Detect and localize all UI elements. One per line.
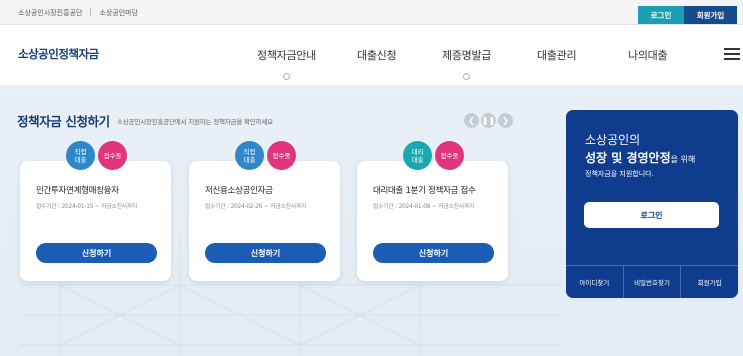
fund-card-period: 접수기간 : 2024-02-26 ~ 자금소진시까지 [205,204,307,210]
loan-type-line: 대출 [243,155,256,164]
loan-type-line: 대리 [411,147,424,156]
status-badge: 접수중 [98,141,127,170]
loan-type-line: 직접 [243,147,256,156]
fund-card-period: 접수기간 : 2024-01-08 ~ 자금소진시까지 [373,204,475,210]
policy-fund-section: 정책자금 신청하기 소상공인시장진흥공단에서 지원하는 정책자금을 확인하세요 … [0,85,743,356]
divider [90,8,92,16]
nav-indicator-dot [463,73,470,80]
fund-card-period: 접수기간 : 2024-01-15 ~ 자금소진시까지 [36,204,138,210]
panel-heading-rest: 을 위해 [670,155,696,164]
next-arrow-icon[interactable]: ❯ [498,113,513,128]
login-panel: 소상공인의 성장 및 경영안정을 위해 정책자금을 지원합니다. 로그인 아이디… [566,110,738,298]
menu-icon[interactable] [724,48,740,63]
fund-card-title: 대리대출 1분기 정책자금 접수 [373,186,476,196]
utility-link-madang[interactable]: 소상공인마당 [99,8,138,18]
find-password-link[interactable]: 비밀번호찾기 [624,266,682,298]
fund-card: 대리대출 1분기 정책자금 접수 접수기간 : 2024-01-08 ~ 자금소… [357,161,508,281]
site-logo[interactable]: 소상공인정책자금 [18,46,99,62]
nav-my-loan[interactable]: 나의대출 [628,47,668,63]
fund-card: 저신용소상공인자금 접수기간 : 2024-02-26 ~ 자금소진시까지 신청… [189,161,340,281]
apply-button[interactable]: 신청하기 [36,243,157,263]
status-badge: 접수중 [267,141,296,170]
panel-heading-bold: 성장 및 경영안정 [585,151,671,165]
panel-subtext: 정책자금을 지원합니다. [585,170,654,178]
utility-link-agency[interactable]: 소상공인시장진흥공단 [18,8,82,18]
apply-button[interactable]: 신청하기 [205,243,326,263]
fund-card-title: 민간투자연계형매칭융자 [36,186,119,196]
fund-card: 민간투자연계형매칭융자 접수기간 : 2024-01-15 ~ 자금소진시까지 … [20,161,171,281]
section-title: 정책자금 신청하기 [17,114,110,129]
panel-login-button[interactable]: 로그인 [584,202,719,228]
loan-type-badge: 대리 대출 [403,141,432,170]
top-join-button[interactable]: 회원가입 [684,6,737,24]
panel-footer-links: 아이디찾기 비밀번호찾기 회원가입 [566,265,738,298]
loan-type-line: 대출 [411,155,424,164]
status-badge: 접수중 [435,141,464,170]
utility-links: 소상공인시장진흥공단 소상공인마당 [18,8,138,18]
main-header: 소상공인정책자금 정책자금안내 대출신청 제증명발급 대출관리 나의대출 [0,25,743,85]
top-login-button[interactable]: 로그인 [638,6,684,24]
panel-heading-line2: 성장 및 경영안정을 위해 [585,149,695,166]
fund-card-title: 저신용소상공인자금 [205,186,273,196]
find-id-link[interactable]: 아이디찾기 [566,266,624,298]
loan-type-line: 대출 [74,155,87,164]
pause-icon[interactable]: ❚❚ [481,113,496,128]
prev-arrow-icon[interactable]: ❮ [464,113,479,128]
nav-loan-apply[interactable]: 대출신청 [357,47,397,63]
nav-indicator-dot [283,73,290,80]
loan-type-badge: 직접 대출 [66,141,95,170]
panel-join-link[interactable]: 회원가입 [681,266,738,298]
nav-loan-manage[interactable]: 대출관리 [537,47,577,63]
loan-type-line: 직접 [74,147,87,156]
section-description: 소상공인시장진흥공단에서 지원하는 정책자금을 확인하세요 [117,118,273,126]
apply-button[interactable]: 신청하기 [373,243,494,263]
top-utility-bar: 소상공인시장진흥공단 소상공인마당 로그인 회원가입 [0,0,743,25]
loan-type-badge: 직접 대출 [235,141,264,170]
nav-policy-fund-info[interactable]: 정책자금안내 [257,47,316,63]
nav-certificate[interactable]: 제증명발급 [442,47,491,63]
panel-heading-line1: 소상공인의 [585,133,641,147]
